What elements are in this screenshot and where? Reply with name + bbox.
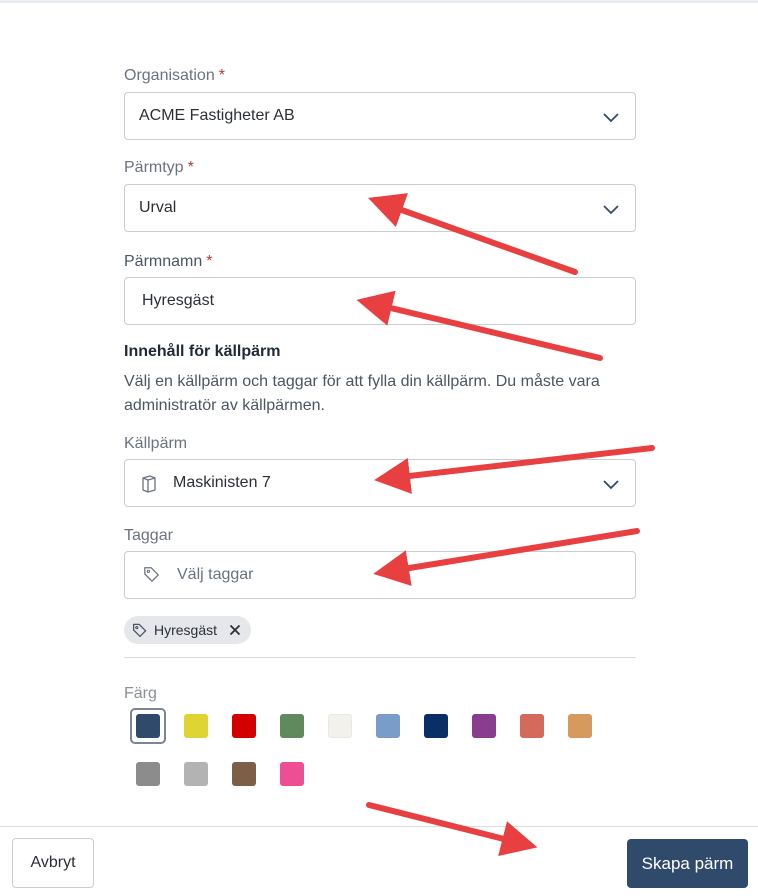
tags-input[interactable]: Välj taggar — [124, 551, 636, 599]
binder-type-label: Pärmtyp * — [124, 159, 194, 176]
color-swatch[interactable] — [418, 708, 454, 744]
footer-divider — [0, 826, 758, 827]
color-swatch-fill — [232, 762, 256, 786]
top-border — [0, 0, 758, 3]
color-swatch[interactable] — [274, 756, 310, 792]
binder-type-value: Urval — [139, 199, 177, 216]
chevron-down-icon — [603, 480, 619, 490]
color-swatch[interactable] — [178, 708, 214, 744]
color-swatch-fill — [568, 714, 592, 738]
color-swatch[interactable] — [466, 708, 502, 744]
chevron-down-icon — [603, 113, 619, 123]
chevron-down-icon — [603, 205, 619, 215]
color-swatch-fill — [424, 714, 448, 738]
color-swatch[interactable] — [370, 708, 406, 744]
remove-tag-icon[interactable] — [229, 624, 241, 636]
color-swatch-fill — [232, 714, 256, 738]
color-swatch[interactable] — [130, 708, 166, 744]
tags-label: Taggar — [124, 527, 173, 544]
cancel-button[interactable]: Avbryt — [12, 838, 94, 888]
color-swatch-fill — [520, 714, 544, 738]
color-label: Färg — [124, 685, 157, 702]
color-swatch-fill — [328, 714, 352, 738]
color-swatch-fill — [184, 762, 208, 786]
color-swatch-fill — [280, 762, 304, 786]
annotation-arrow — [366, 802, 538, 857]
source-binder-label: Källpärm — [124, 435, 188, 452]
color-swatch-fill — [184, 714, 208, 738]
tag-icon — [143, 565, 163, 585]
source-section-title: Innehåll för källpärm — [124, 343, 281, 360]
tag-icon — [132, 622, 148, 638]
source-section-description: Välj en källpärm och taggar för att fyll… — [124, 373, 600, 414]
binder-name-input[interactable]: Hyresgäst — [124, 277, 636, 325]
color-swatch[interactable] — [562, 708, 598, 744]
color-swatch[interactable] — [322, 708, 358, 744]
color-swatch[interactable] — [226, 756, 262, 792]
tags-placeholder: Välj taggar — [177, 566, 254, 583]
source-binder-select[interactable]: Maskinisten 7 — [124, 459, 636, 507]
color-swatch[interactable] — [178, 756, 214, 792]
organisation-value: ACME Fastigheter AB — [139, 107, 295, 124]
color-swatch-fill — [472, 714, 496, 738]
color-swatch[interactable] — [226, 708, 262, 744]
tag-chip-label: Hyresgäst — [154, 622, 218, 638]
color-swatch[interactable] — [514, 708, 550, 744]
tag-chip: Hyresgäst — [124, 616, 252, 644]
color-swatch-fill — [280, 714, 304, 738]
binder-type-select[interactable]: Urval — [124, 184, 636, 232]
organisation-label: Organisation * — [124, 67, 225, 84]
binder-name-label: Pärmnamn * — [124, 253, 213, 270]
create-binder-button[interactable]: Skapa pärm — [627, 839, 748, 888]
binder-name-value: Hyresgäst — [142, 292, 215, 309]
color-swatch[interactable] — [130, 756, 166, 792]
source-binder-value: Maskinisten 7 — [173, 474, 271, 491]
binder-icon — [139, 473, 159, 493]
divider — [124, 657, 636, 658]
color-swatch-fill — [376, 714, 400, 738]
color-swatch[interactable] — [274, 708, 310, 744]
organisation-select[interactable]: ACME Fastigheter AB — [124, 92, 636, 140]
color-swatch-fill — [136, 714, 160, 738]
color-swatch-fill — [136, 762, 160, 786]
